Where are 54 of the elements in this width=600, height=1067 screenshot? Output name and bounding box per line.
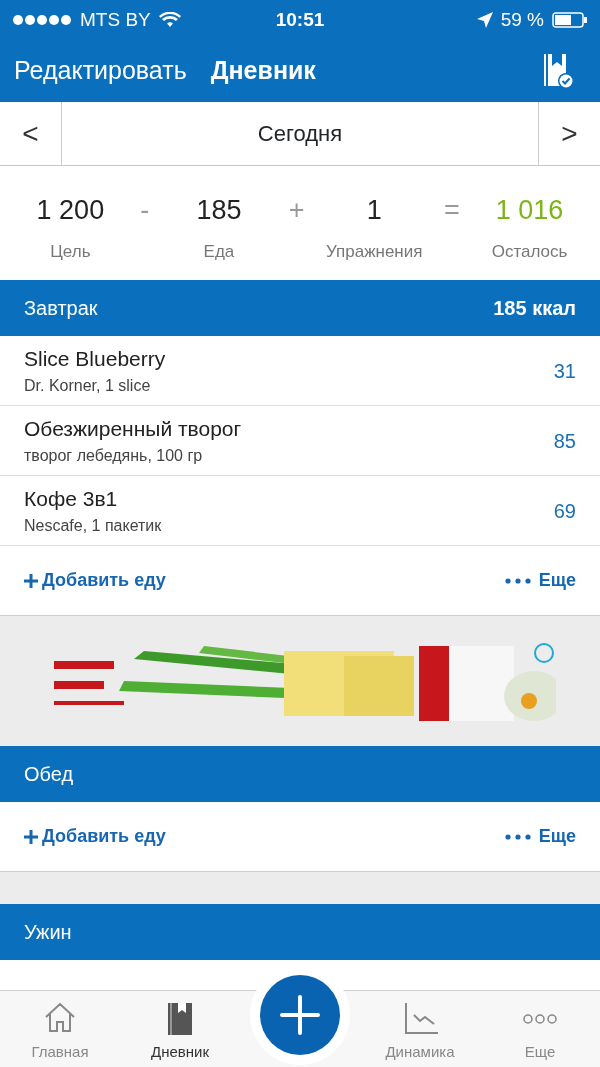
- operator-sign: -: [140, 194, 150, 227]
- signal-icon: [12, 14, 72, 26]
- food-name: Кофе 3в1: [24, 485, 119, 512]
- location-icon: [476, 12, 493, 28]
- food-calories: 31: [553, 358, 576, 384]
- food-name: Обезжиренный творог: [24, 415, 242, 442]
- summary-label: Осталось: [491, 240, 568, 263]
- chart-icon: [402, 1000, 438, 1037]
- meal-calories: 185 ккал: [493, 296, 576, 321]
- food-row[interactable]: Slice Blueberry Dr. Korner, 1 slice 31: [0, 336, 600, 406]
- food-row[interactable]: Кофе 3в1 Nescafe, 1 пакетик 69: [0, 476, 600, 546]
- add-food-button[interactable]: Добавить еду: [24, 567, 166, 594]
- diary-check-icon[interactable]: [542, 52, 574, 90]
- dots-icon: [504, 577, 531, 584]
- dots-icon: [504, 833, 531, 840]
- tab-item[interactable]: Главная: [0, 1000, 120, 1063]
- add-food-button[interactable]: Добавить еду: [24, 823, 166, 850]
- food-row[interactable]: Обезжиренный творог творог лебедянь, 100 гр 85: [0, 406, 600, 476]
- nav-title: Дневник: [210, 55, 317, 87]
- food-detail: творог лебедянь, 100 гр: [24, 446, 204, 467]
- remaining-value: 1 016: [495, 194, 564, 227]
- summary-label: Цель: [50, 240, 91, 263]
- summary-label: Еда: [203, 240, 235, 263]
- food-detail: Nescafe, 1 пакетик: [24, 516, 162, 537]
- summary-value: 1: [366, 194, 382, 227]
- tab-item[interactable]: Еще: [480, 1000, 600, 1063]
- battery-percent: 59 %: [500, 7, 544, 32]
- plus-icon: [24, 573, 38, 588]
- plus-icon: [280, 995, 320, 1035]
- status-time: 10:51: [274, 7, 326, 32]
- meal-name: Завтрак: [24, 296, 98, 321]
- tab-item[interactable]: Дневник: [120, 1000, 240, 1063]
- summary-value: 1 200: [36, 194, 105, 227]
- more-button[interactable]: Еще: [504, 823, 576, 850]
- wifi-icon: [158, 12, 181, 28]
- food-name: Slice Blueberry: [24, 345, 166, 372]
- battery-icon: [552, 12, 588, 28]
- food-detail: Dr. Korner, 1 slice: [24, 376, 152, 397]
- plus-icon: [24, 829, 38, 844]
- more-button[interactable]: Еще: [504, 567, 576, 594]
- food-calories: 69: [553, 498, 576, 524]
- dots-icon: [522, 1013, 558, 1024]
- operator-sign: =: [444, 194, 460, 227]
- summary-label: Упражнения: [326, 240, 423, 263]
- edit-button[interactable]: Редактировать: [14, 52, 187, 90]
- carrier-name: MTS BY: [80, 7, 151, 32]
- add-button[interactable]: [260, 975, 340, 1055]
- food-calories: 85: [553, 428, 576, 454]
- meal-name: Ужин: [24, 920, 72, 945]
- tab-item[interactable]: Динамика: [360, 1000, 480, 1063]
- summary-value: 185: [196, 194, 242, 227]
- date-label: Сегодня: [257, 120, 343, 148]
- operator-sign: +: [288, 194, 305, 227]
- meal-name: Обед: [24, 762, 74, 787]
